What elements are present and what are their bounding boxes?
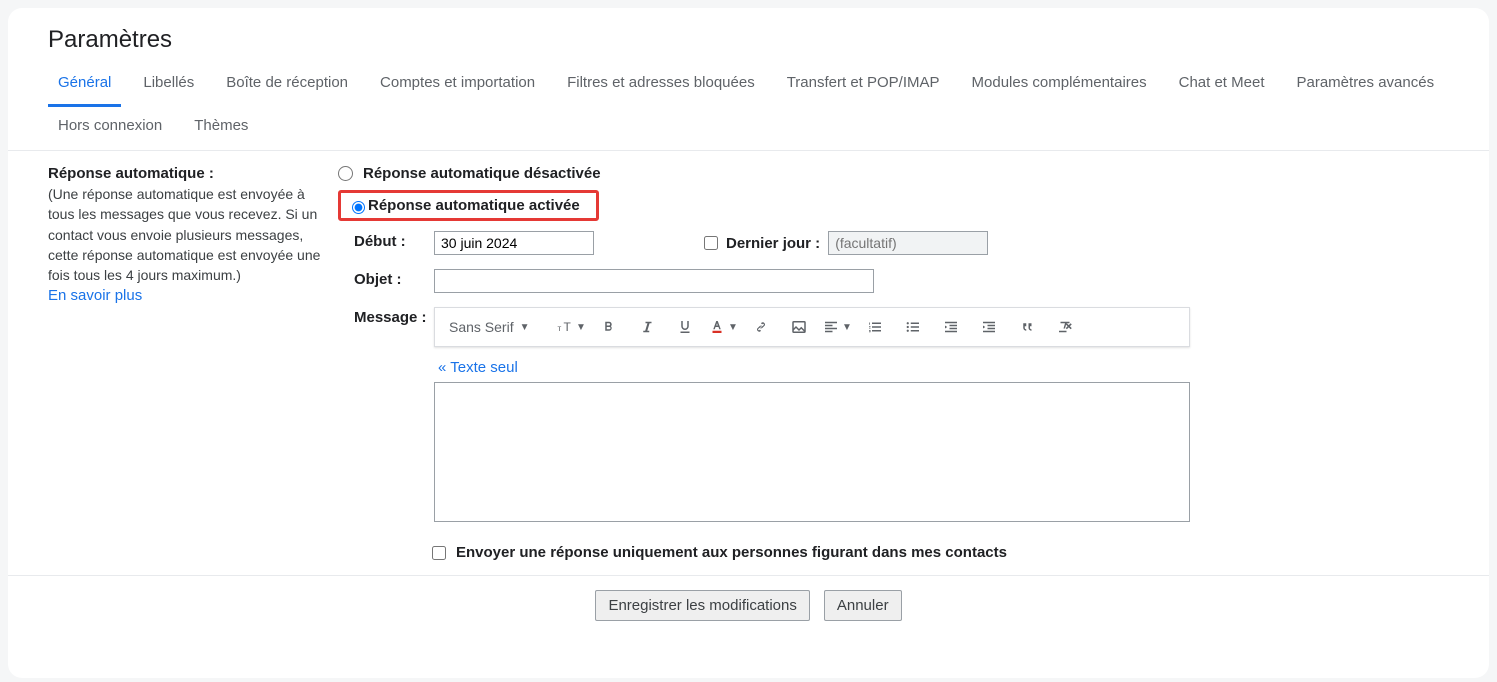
chevron-down-icon: ▼ [520,322,530,333]
message-editor[interactable] [434,382,1190,522]
bold-button[interactable] [591,311,627,343]
subject-label: Objet : [354,269,434,288]
svg-text:т: т [558,324,562,333]
vacation-on-radio[interactable] [352,201,365,214]
tab-offline[interactable]: Hors connexion [48,107,172,150]
align-button[interactable]: ▼ [819,311,855,343]
contacts-only-label: Envoyer une réponse uniquement aux perso… [456,544,1007,561]
last-day-checkbox[interactable] [704,236,718,250]
tabs-bar: Général Libellés Boîte de réception Comp… [8,64,1489,151]
font-picker[interactable]: Sans Serif ▼ [441,319,551,335]
cancel-button[interactable]: Annuler [824,590,902,621]
italic-button[interactable] [629,311,665,343]
last-day-label: Dernier jour : [726,235,820,252]
numbered-list-button[interactable] [857,311,893,343]
contacts-only-checkbox[interactable] [432,546,446,560]
save-button[interactable]: Enregistrer les modifications [595,590,809,621]
indent-less-button[interactable] [933,311,969,343]
link-button[interactable] [743,311,779,343]
tab-filters[interactable]: Filtres et adresses bloquées [557,64,765,107]
indent-more-button[interactable] [971,311,1007,343]
text-color-button[interactable]: ▼ [705,311,741,343]
tab-forwarding[interactable]: Transfert et POP/IMAP [777,64,950,107]
chevron-down-icon: ▼ [728,322,738,333]
vacation-off-label: Réponse automatique désactivée [363,165,601,182]
vacation-on-label: Réponse automatique activée [368,197,580,214]
tab-inbox[interactable]: Boîte de réception [216,64,358,107]
vacation-off-radio[interactable] [338,166,353,181]
font-name: Sans Serif [449,319,514,335]
subject-input[interactable] [434,269,874,293]
underline-button[interactable] [667,311,703,343]
learn-more-link[interactable]: En savoir plus [48,287,142,304]
vacation-section-desc: (Une réponse automatique est envoyée à t… [48,184,328,285]
svg-text:T: T [564,320,572,334]
image-button[interactable] [781,311,817,343]
tab-chat[interactable]: Chat et Meet [1169,64,1275,107]
tab-themes[interactable]: Thèmes [184,107,258,150]
chevron-down-icon: ▼ [842,322,852,333]
quote-button[interactable] [1009,311,1045,343]
chevron-down-icon: ▼ [576,322,586,333]
bulleted-list-button[interactable] [895,311,931,343]
message-label: Message : [354,307,434,326]
tab-addons[interactable]: Modules complémentaires [962,64,1157,107]
editor-toolbar: Sans Serif ▼ тT ▼ [434,307,1190,347]
page-title: Paramètres [8,8,1489,64]
remove-formatting-button[interactable] [1047,311,1083,343]
tab-advanced[interactable]: Paramètres avancés [1287,64,1445,107]
start-label: Début : [354,231,434,250]
last-day-input[interactable] [828,231,988,255]
tab-labels[interactable]: Libellés [133,64,204,107]
vacation-section-title: Réponse automatique : [48,165,328,182]
start-date-input[interactable] [434,231,594,255]
text-only-link[interactable]: « Texte seul [438,359,518,376]
tab-accounts[interactable]: Comptes et importation [370,64,545,107]
font-size-button[interactable]: тT ▼ [553,311,589,343]
vacation-on-highlight: Réponse automatique activée [338,190,599,221]
tab-general[interactable]: Général [48,64,121,107]
